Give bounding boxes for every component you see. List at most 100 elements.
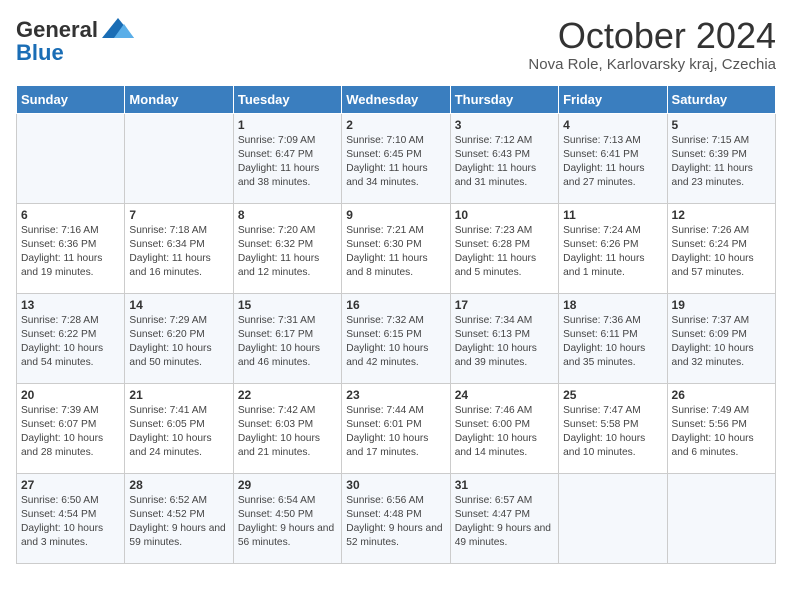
cell-content: Sunrise: 7:13 AM Sunset: 6:41 PM Dayligh… — [563, 134, 662, 191]
location-subtitle: Nova Role, Karlovarsky kraj, Czechia — [528, 56, 776, 73]
cell-content: Sunrise: 7:49 AM Sunset: 5:56 PM Dayligh… — [672, 404, 771, 461]
day-number: 2 — [346, 118, 445, 132]
weekday-header-row: SundayMondayTuesdayWednesdayThursdayFrid… — [17, 85, 776, 113]
day-number: 17 — [455, 298, 554, 312]
day-number: 22 — [238, 388, 337, 402]
day-number: 25 — [563, 388, 662, 402]
calendar-week-row: 6Sunrise: 7:16 AM Sunset: 6:36 PM Daylig… — [17, 203, 776, 293]
day-number: 29 — [238, 478, 337, 492]
calendar-cell: 11 Sunrise: 7:24 AM Sunset: 6:26 PM Dayli… — [559, 203, 667, 293]
day-number: 8 — [238, 208, 337, 222]
weekday-header-tuesday: Tuesday — [233, 85, 341, 113]
calendar-cell: 8 Sunrise: 7:20 AM Sunset: 6:32 PM Daylig… — [233, 203, 341, 293]
calendar-cell: 26 Sunrise: 7:49 AM Sunset: 5:56 PM Dayli… — [667, 383, 775, 473]
day-number: 15 — [238, 298, 337, 312]
calendar-table: SundayMondayTuesdayWednesdayThursdayFrid… — [16, 85, 776, 564]
weekday-header-friday: Friday — [559, 85, 667, 113]
calendar-cell: 7Sunrise: 7:18 AM Sunset: 6:34 PM Daylig… — [125, 203, 233, 293]
day-number: 30 — [346, 478, 445, 492]
day-number: 31 — [455, 478, 554, 492]
calendar-cell — [17, 113, 125, 203]
day-number: 4 — [563, 118, 662, 132]
day-number: 28 — [129, 478, 228, 492]
cell-content: Sunrise: 7:12 AM Sunset: 6:43 PM Dayligh… — [455, 134, 554, 191]
calendar-cell: 15 Sunrise: 7:31 AM Sunset: 6:17 PM Dayli… — [233, 293, 341, 383]
cell-content: Sunrise: 7:16 AM Sunset: 6:36 PM Dayligh… — [21, 224, 120, 281]
cell-content: Sunrise: 7:24 AM Sunset: 6:26 PM Dayligh… — [563, 224, 662, 281]
month-title: October 2024 — [528, 16, 776, 56]
calendar-cell — [559, 473, 667, 563]
calendar-cell: 30 Sunrise: 6:56 AM Sunset: 4:48 PM Dayli… — [342, 473, 450, 563]
calendar-cell: 16 Sunrise: 7:32 AM Sunset: 6:15 PM Dayli… — [342, 293, 450, 383]
cell-content: Sunrise: 7:10 AM Sunset: 6:45 PM Dayligh… — [346, 134, 445, 191]
cell-content: Sunrise: 7:47 AM Sunset: 5:58 PM Dayligh… — [563, 404, 662, 461]
calendar-cell: 14 Sunrise: 7:29 AM Sunset: 6:20 PM Dayli… — [125, 293, 233, 383]
calendar-cell: 29 Sunrise: 6:54 AM Sunset: 4:50 PM Dayli… — [233, 473, 341, 563]
cell-content: Sunrise: 7:37 AM Sunset: 6:09 PM Dayligh… — [672, 314, 771, 371]
day-number: 3 — [455, 118, 554, 132]
day-number: 21 — [129, 388, 228, 402]
calendar-cell: 6Sunrise: 7:16 AM Sunset: 6:36 PM Daylig… — [17, 203, 125, 293]
calendar-cell: 20Sunrise: 7:39 AM Sunset: 6:07 PM Dayli… — [17, 383, 125, 473]
day-number: 12 — [672, 208, 771, 222]
calendar-cell: 22 Sunrise: 7:42 AM Sunset: 6:03 PM Dayli… — [233, 383, 341, 473]
calendar-cell: 5Sunrise: 7:15 AM Sunset: 6:39 PM Daylig… — [667, 113, 775, 203]
cell-content: Sunrise: 6:54 AM Sunset: 4:50 PM Dayligh… — [238, 494, 337, 551]
cell-content: Sunrise: 7:21 AM Sunset: 6:30 PM Dayligh… — [346, 224, 445, 281]
day-number: 11 — [563, 208, 662, 222]
day-number: 14 — [129, 298, 228, 312]
cell-content: Sunrise: 7:36 AM Sunset: 6:11 PM Dayligh… — [563, 314, 662, 371]
day-number: 7 — [129, 208, 228, 222]
weekday-header-monday: Monday — [125, 85, 233, 113]
logo: General Blue — [16, 16, 136, 66]
header: General Blue October 2024 Nova Role, Kar… — [16, 16, 776, 73]
cell-content: Sunrise: 7:23 AM Sunset: 6:28 PM Dayligh… — [455, 224, 554, 281]
cell-content: Sunrise: 7:32 AM Sunset: 6:15 PM Dayligh… — [346, 314, 445, 371]
cell-content: Sunrise: 7:15 AM Sunset: 6:39 PM Dayligh… — [672, 134, 771, 191]
cell-content: Sunrise: 7:09 AM Sunset: 6:47 PM Dayligh… — [238, 134, 337, 191]
cell-content: Sunrise: 7:26 AM Sunset: 6:24 PM Dayligh… — [672, 224, 771, 281]
weekday-header-thursday: Thursday — [450, 85, 558, 113]
weekday-header-sunday: Sunday — [17, 85, 125, 113]
day-number: 13 — [21, 298, 120, 312]
logo-icon — [100, 16, 136, 44]
calendar-cell — [125, 113, 233, 203]
calendar-cell: 28Sunrise: 6:52 AM Sunset: 4:52 PM Dayli… — [125, 473, 233, 563]
calendar-week-row: 1 Sunrise: 7:09 AM Sunset: 6:47 PM Daylig… — [17, 113, 776, 203]
day-number: 23 — [346, 388, 445, 402]
day-number: 26 — [672, 388, 771, 402]
day-number: 16 — [346, 298, 445, 312]
calendar-cell: 3 Sunrise: 7:12 AM Sunset: 6:43 PM Daylig… — [450, 113, 558, 203]
calendar-cell: 10 Sunrise: 7:23 AM Sunset: 6:28 PM Dayli… — [450, 203, 558, 293]
cell-content: Sunrise: 7:42 AM Sunset: 6:03 PM Dayligh… — [238, 404, 337, 461]
cell-content: Sunrise: 7:20 AM Sunset: 6:32 PM Dayligh… — [238, 224, 337, 281]
calendar-cell: 25 Sunrise: 7:47 AM Sunset: 5:58 PM Dayli… — [559, 383, 667, 473]
day-number: 1 — [238, 118, 337, 132]
day-number: 9 — [346, 208, 445, 222]
calendar-cell: 2 Sunrise: 7:10 AM Sunset: 6:45 PM Daylig… — [342, 113, 450, 203]
calendar-cell: 19Sunrise: 7:37 AM Sunset: 6:09 PM Dayli… — [667, 293, 775, 383]
cell-content: Sunrise: 7:29 AM Sunset: 6:20 PM Dayligh… — [129, 314, 228, 371]
calendar-week-row: 20Sunrise: 7:39 AM Sunset: 6:07 PM Dayli… — [17, 383, 776, 473]
calendar-cell: 27 Sunrise: 6:50 AM Sunset: 4:54 PM Dayli… — [17, 473, 125, 563]
logo-blue-text: Blue — [16, 40, 64, 66]
cell-content: Sunrise: 7:41 AM Sunset: 6:05 PM Dayligh… — [129, 404, 228, 461]
calendar-cell: 18Sunrise: 7:36 AM Sunset: 6:11 PM Dayli… — [559, 293, 667, 383]
calendar-cell: 23 Sunrise: 7:44 AM Sunset: 6:01 PM Dayli… — [342, 383, 450, 473]
cell-content: Sunrise: 6:57 AM Sunset: 4:47 PM Dayligh… — [455, 494, 554, 551]
calendar-week-row: 27 Sunrise: 6:50 AM Sunset: 4:54 PM Dayli… — [17, 473, 776, 563]
title-area: October 2024 Nova Role, Karlovarsky kraj… — [528, 16, 776, 73]
calendar-cell: 9 Sunrise: 7:21 AM Sunset: 6:30 PM Daylig… — [342, 203, 450, 293]
calendar-cell: 17Sunrise: 7:34 AM Sunset: 6:13 PM Dayli… — [450, 293, 558, 383]
weekday-header-saturday: Saturday — [667, 85, 775, 113]
cell-content: Sunrise: 7:46 AM Sunset: 6:00 PM Dayligh… — [455, 404, 554, 461]
day-number: 27 — [21, 478, 120, 492]
day-number: 10 — [455, 208, 554, 222]
calendar-week-row: 13Sunrise: 7:28 AM Sunset: 6:22 PM Dayli… — [17, 293, 776, 383]
cell-content: Sunrise: 6:56 AM Sunset: 4:48 PM Dayligh… — [346, 494, 445, 551]
cell-content: Sunrise: 7:31 AM Sunset: 6:17 PM Dayligh… — [238, 314, 337, 371]
cell-content: Sunrise: 7:44 AM Sunset: 6:01 PM Dayligh… — [346, 404, 445, 461]
cell-content: Sunrise: 7:39 AM Sunset: 6:07 PM Dayligh… — [21, 404, 120, 461]
cell-content: Sunrise: 6:50 AM Sunset: 4:54 PM Dayligh… — [21, 494, 120, 551]
calendar-cell: 1 Sunrise: 7:09 AM Sunset: 6:47 PM Daylig… — [233, 113, 341, 203]
